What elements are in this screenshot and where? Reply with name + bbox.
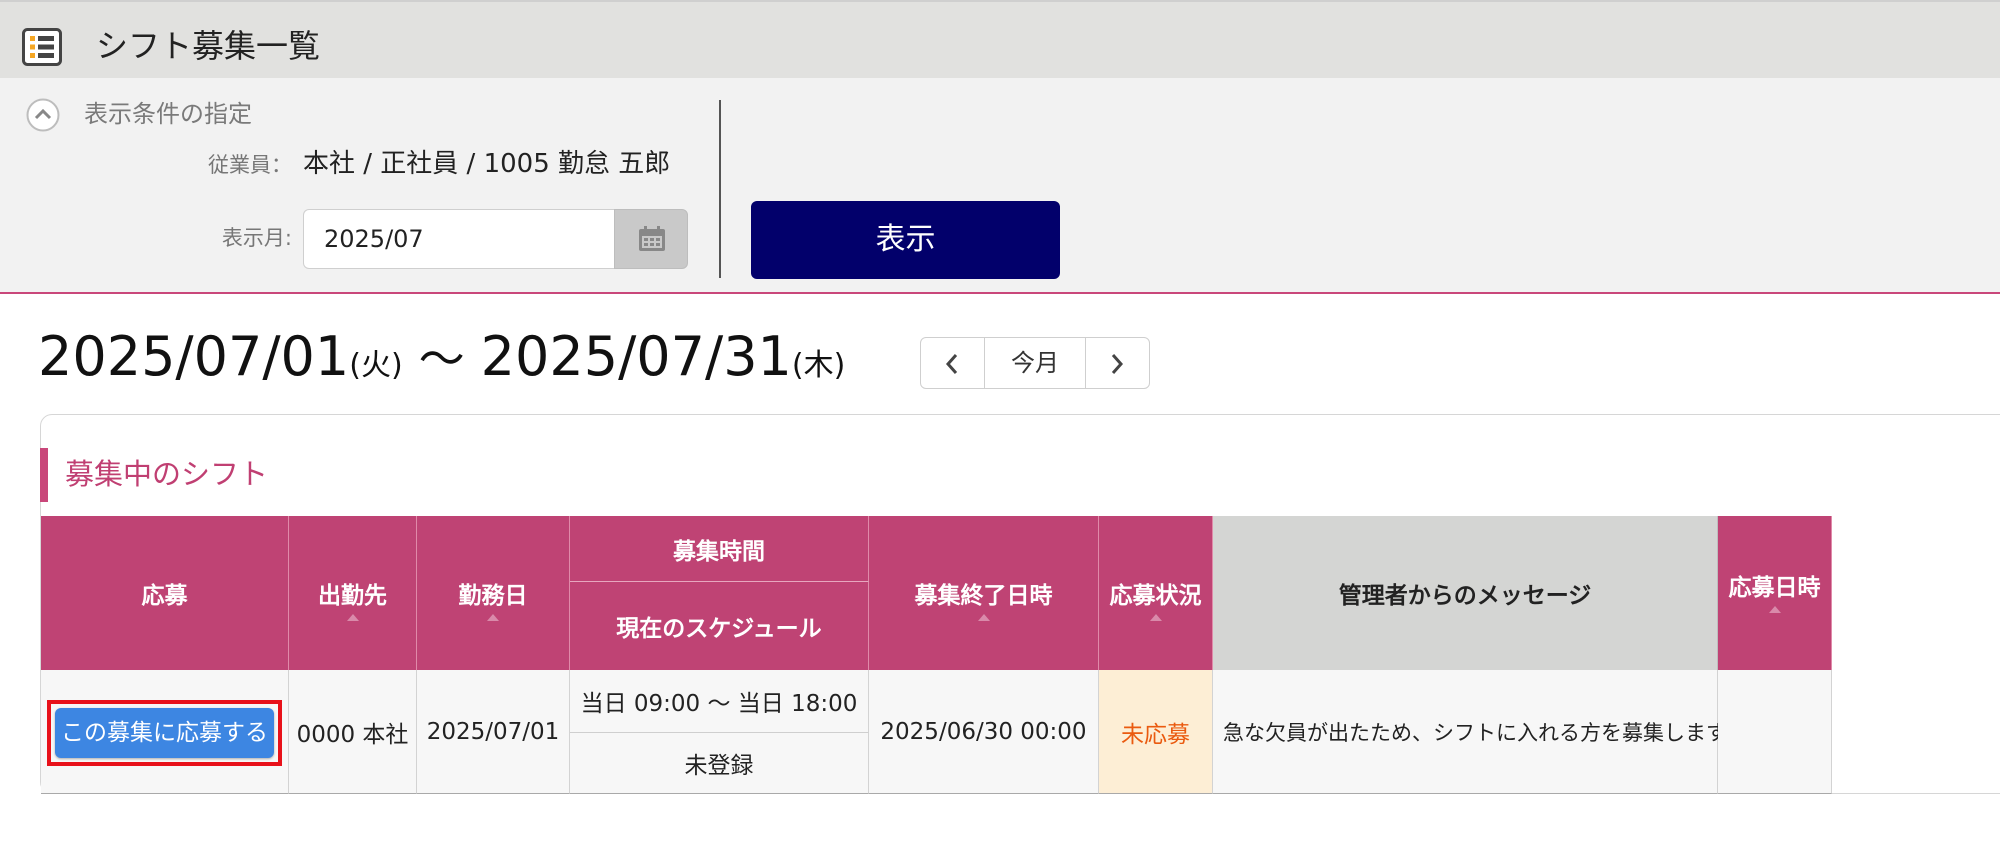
this-month-button[interactable]: 今月 — [985, 338, 1085, 388]
recruit-table: 応募 出勤先 勤務日 募集時間 現在のスケジュール 募集終了日時 応募状況 管理… — [41, 516, 1832, 794]
table-row-apply-cell: この募集に応募する — [41, 670, 289, 794]
table-cell-message: 急な欠員が出たため、シフトに入れる方を募集します。 — [1213, 670, 1746, 794]
section-accent-bar — [40, 448, 48, 502]
table-cell-workplace: 0000 本社 — [289, 670, 417, 794]
apply-button-highlight: この募集に応募する — [47, 700, 282, 766]
sort-asc-icon — [977, 614, 990, 621]
col-header-recruit-time: 募集時間 — [570, 516, 869, 582]
col-header-message: 管理者からのメッセージ — [1213, 516, 1718, 670]
col-header-work-date[interactable]: 勤務日 — [417, 516, 570, 670]
sort-asc-icon — [1768, 606, 1781, 613]
employee-value: 本社 / 正社員 / 1005 勤怠 五郎 — [303, 149, 671, 179]
next-month-button[interactable] — [1085, 338, 1150, 388]
col-header-current-schedule: 現在のスケジュール — [570, 582, 869, 670]
page-title: シフト募集一覧 — [96, 27, 321, 65]
table-cell-current-schedule: 未登録 — [570, 733, 869, 794]
col-header-applied-at[interactable]: 応募日時 — [1718, 516, 1832, 670]
month-pager: 今月 — [920, 337, 1150, 389]
sort-asc-icon — [487, 614, 499, 621]
range-separator: 〜 — [418, 332, 465, 386]
show-button[interactable]: 表示 — [751, 201, 1060, 279]
title-bar: シフト募集一覧 — [0, 0, 2000, 78]
table-cell-applied-at — [1718, 670, 1832, 794]
sort-asc-icon — [1149, 614, 1162, 621]
range-start: 2025/07/01 — [38, 325, 350, 388]
apply-button[interactable]: この募集に応募する — [55, 708, 274, 758]
col-header-workplace[interactable]: 出勤先 — [289, 516, 417, 670]
range-start-weekday: (火) — [349, 348, 403, 383]
range-end: 2025/07/31 — [480, 325, 792, 388]
status-badge: 未応募 — [1099, 670, 1213, 794]
table-cell-work-date: 2025/07/01 — [417, 670, 570, 794]
list-icon — [22, 28, 62, 66]
month-label: 表示月: — [221, 226, 292, 250]
section-title: 募集中のシフト — [65, 457, 269, 491]
filter-divider — [719, 100, 721, 278]
col-header-apply: 応募 — [41, 516, 289, 670]
month-input[interactable] — [303, 209, 615, 269]
employee-label: 従業員： — [208, 153, 292, 177]
prev-month-button[interactable] — [921, 338, 985, 388]
calendar-button[interactable] — [614, 209, 688, 269]
chevron-left-icon — [945, 354, 958, 374]
calendar-icon — [639, 226, 665, 251]
sort-asc-icon — [346, 614, 359, 621]
table-cell-recruit-time: 当日 09:00 〜 当日 18:00 — [570, 670, 869, 733]
table-cell-deadline: 2025/06/30 00:00 — [869, 670, 1099, 794]
chevron-right-icon — [1111, 354, 1124, 374]
col-header-deadline[interactable]: 募集終了日時 — [869, 516, 1099, 670]
chevron-up-icon[interactable] — [26, 98, 60, 132]
date-range: 2025/07/01(火) 〜 2025/07/31(木) — [38, 326, 845, 401]
col-header-status[interactable]: 応募状況 — [1099, 516, 1213, 670]
range-end-weekday: (木) — [791, 348, 846, 383]
filter-panel: 表示条件の指定 従業員： 本社 / 正社員 / 1005 勤怠 五郎 表示月: … — [0, 78, 2000, 294]
filter-heading[interactable]: 表示条件の指定 — [84, 96, 252, 132]
